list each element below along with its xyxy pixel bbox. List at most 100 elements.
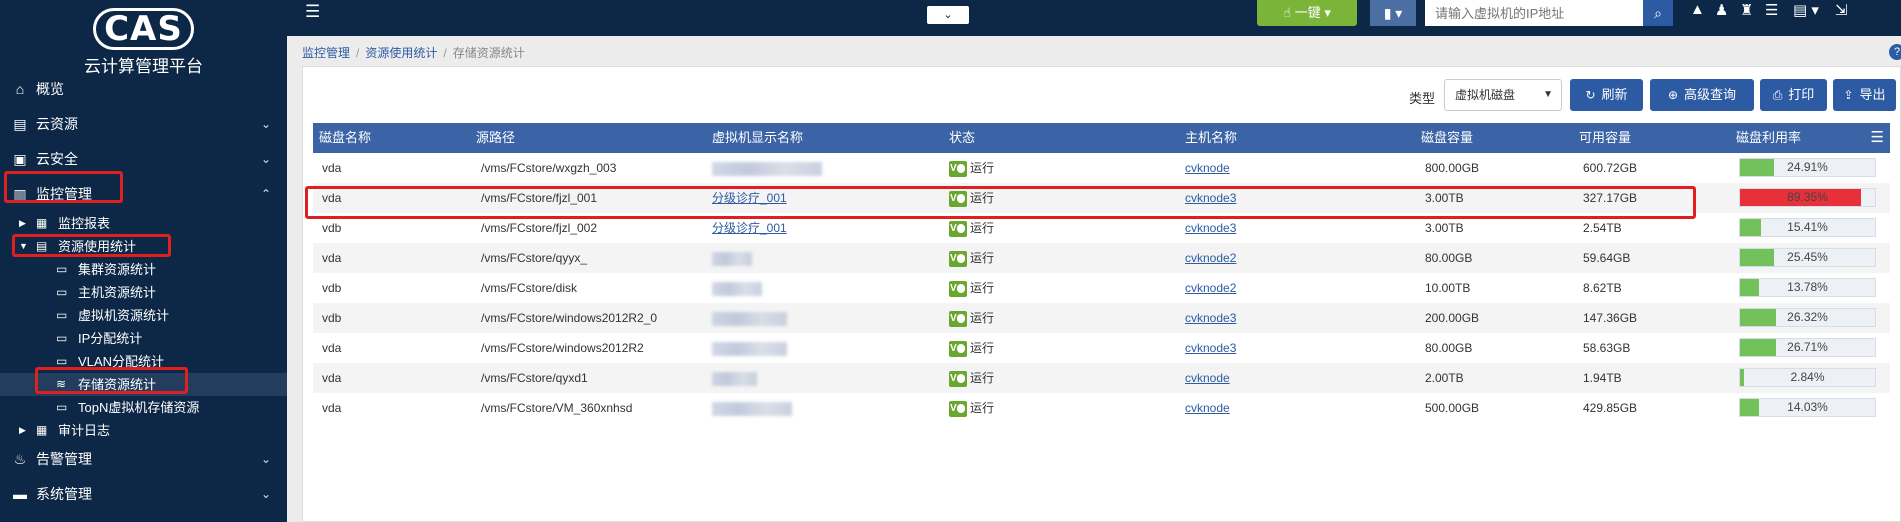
help-icon[interactable]: ? xyxy=(1889,44,1901,60)
cell-status: 运行 xyxy=(949,303,994,334)
host-link[interactable]: cvknode3 xyxy=(1185,311,1236,325)
export-button[interactable]: ⇪ 导出 xyxy=(1833,79,1896,111)
host-icon: ▭ xyxy=(56,285,68,299)
breadcrumb: 监控管理 / 资源使用统计 / 存储资源统计 xyxy=(302,46,525,60)
column-header-host[interactable]: 主机名称 xyxy=(1185,123,1237,153)
sidebar-item-cloud-security[interactable]: ▣ 云安全 ⌄ xyxy=(0,142,287,177)
ip-search-input[interactable] xyxy=(1425,0,1643,26)
print-button[interactable]: ⎙ 打印 xyxy=(1760,79,1827,111)
column-header-path[interactable]: 源路径 xyxy=(476,123,515,153)
usage-bar: 25.45% xyxy=(1739,248,1876,267)
type-select[interactable]: 虚拟机磁盘 ▼ xyxy=(1444,79,1562,111)
sidebar-subitem-audit-log[interactable]: ▶ ▦ 审计日志 xyxy=(0,419,287,442)
table-row[interactable]: vda/vms/FCstore/VM_360xnhsd 运行 cvknode 500.… xyxy=(313,393,1890,424)
host-link[interactable]: cvknode2 xyxy=(1185,281,1236,295)
column-header-capacity[interactable]: 磁盘容量 xyxy=(1421,123,1473,153)
column-header-status[interactable]: 状态 xyxy=(949,123,975,153)
cell-vm-name xyxy=(712,393,792,423)
column-header-usage[interactable]: 磁盘利用率 xyxy=(1736,123,1801,153)
redacted-vm-name xyxy=(712,161,822,176)
table-row[interactable]: vdb/vms/FCstore/windows2012R2_0 运行 cvknode… xyxy=(313,303,1890,334)
refresh-button[interactable]: ↻ 刷新 xyxy=(1570,79,1643,111)
exit-icon[interactable]: ⇲ xyxy=(1835,1,1848,19)
table-row[interactable]: vda/vms/FCstore/qyxd1 运行 cvknode 2.00TB 1.94… xyxy=(313,363,1890,394)
host-link[interactable]: cvknode2 xyxy=(1185,251,1236,265)
calendar-icon[interactable]: ▤ ▾ xyxy=(1793,1,1819,19)
sidebar-item-label: 概览 xyxy=(36,81,64,97)
status-text: 运行 xyxy=(970,341,995,355)
cell-capacity: 2.00TB xyxy=(1425,371,1464,385)
sidebar-item-system[interactable]: ▬ 系统管理 ⌄ xyxy=(0,477,287,512)
sidebar-leaf-vm-stats[interactable]: ▭ 虚拟机资源统计 xyxy=(0,304,287,327)
cell-vm-name xyxy=(712,333,787,363)
table-row[interactable]: vda/vms/FCstore/windows2012R2 运行 cvknode3 8… xyxy=(313,333,1890,364)
sidebar-leaf-storage-stats[interactable]: ≋ 存储资源统计 xyxy=(0,373,287,396)
ip-icon: ▭ xyxy=(56,331,68,345)
status-text: 运行 xyxy=(970,281,995,295)
sidebar-subitem-resource-stats[interactable]: ▼ ▤ 资源使用统计 xyxy=(0,235,287,258)
vm-name-link[interactable]: 分级诊疗_001 xyxy=(712,221,787,235)
cell-status: 运行 xyxy=(949,333,995,364)
table-row[interactable]: vda/vms/FCstore/fjzl_001 分级诊疗_001 运行 cvknod… xyxy=(313,183,1890,214)
cell-available: 59.64GB xyxy=(1583,251,1631,265)
sidebar-leaf-host-stats[interactable]: ▭ 主机资源统计 xyxy=(0,281,287,304)
host-link[interactable]: cvknode3 xyxy=(1185,191,1236,205)
table-row[interactable]: vda/vms/FCstore/wxgzh_003 运行 cvknode 800.00… xyxy=(313,153,1890,184)
usage-percent: 13.78% xyxy=(1787,280,1828,294)
hand-icon: ☝ xyxy=(1283,5,1295,20)
table-body: vda/vms/FCstore/wxgzh_003 运行 cvknode 800.00… xyxy=(313,153,1890,424)
host-link[interactable]: cvknode xyxy=(1185,401,1230,415)
host-link[interactable]: cvknode3 xyxy=(1185,221,1236,235)
report-icon: ▦ xyxy=(36,216,48,230)
sidebar-item-alarm[interactable]: ♨ 告警管理 ⌄ xyxy=(0,442,287,477)
sidebar-leaf-cluster-stats[interactable]: ▭ 集群资源统计 xyxy=(0,258,287,281)
onekey-button[interactable]: ☝ 一键 ▾ xyxy=(1257,0,1357,26)
sidebar-item-overview[interactable]: ⌂ 概览 xyxy=(0,72,287,107)
sidebar-subitem-monitor-report[interactable]: ▶ ▦ 监控报表 xyxy=(0,212,287,235)
sidebar-item-monitor[interactable]: ▥ 监控管理 ⌃ xyxy=(0,177,287,212)
logo[interactable]: CAS 云计算管理平台 xyxy=(0,0,287,76)
sidebar-leaf-topn-storage[interactable]: ▭ TopN虚拟机存储资源 xyxy=(0,396,287,419)
cell-host: cvknode3 xyxy=(1185,333,1236,363)
cell-host: cvknode2 xyxy=(1185,243,1236,273)
status-text: 运行 xyxy=(970,221,995,235)
type-select-value: 虚拟机磁盘 xyxy=(1455,88,1516,102)
user-icon[interactable]: ♟ xyxy=(1715,1,1728,19)
host-link[interactable]: cvknode xyxy=(1185,161,1230,175)
chevron-down-icon[interactable]: ⌄ xyxy=(927,6,969,24)
filter-icon: ⊕ xyxy=(1667,88,1679,102)
breadcrumb-item[interactable]: 资源使用统计 xyxy=(365,46,437,60)
column-header-vm-name[interactable]: 虚拟机显示名称 xyxy=(712,123,803,153)
cell-capacity: 10.00TB xyxy=(1425,281,1471,295)
menu-toggle-icon[interactable]: ☰ xyxy=(305,2,320,22)
vlan-icon: ▭ xyxy=(56,354,68,368)
advanced-query-button[interactable]: ⊕ 高级查询 xyxy=(1650,79,1754,111)
breadcrumb-item[interactable]: 监控管理 xyxy=(302,46,350,60)
type-label: 类型 xyxy=(1409,91,1436,106)
pin-icon[interactable]: ♜ xyxy=(1740,1,1753,19)
vm-name-link[interactable]: 分级诊疗_001 xyxy=(712,191,787,205)
cell-disk: vda xyxy=(322,371,342,385)
table-row[interactable]: vda/vms/FCstore/qyyx_ 运行 cvknode2 80.00GB 59… xyxy=(313,243,1890,274)
list-icon[interactable]: ☰ xyxy=(1765,1,1778,19)
table-row[interactable]: vdb/vms/FCstore/disk 运行 cvknode2 10.00TB 8.6… xyxy=(313,273,1890,304)
cell-capacity: 3.00TB xyxy=(1425,221,1464,235)
table-row[interactable]: vdb/vms/FCstore/fjzl_002 分级诊疗_001 运行 cvknod… xyxy=(313,213,1890,244)
cell-status: 运行 xyxy=(949,363,994,394)
warning-icon[interactable]: ▲ xyxy=(1690,1,1705,18)
sidebar-leaf-vlan-stats[interactable]: ▭ VLAN分配统计 xyxy=(0,350,287,373)
breadcrumb-current: 存储资源统计 xyxy=(452,46,525,60)
sidebar-item-label: 资源使用统计 xyxy=(58,239,137,254)
host-link[interactable]: cvknode3 xyxy=(1185,341,1236,355)
column-header-available[interactable]: 可用容量 xyxy=(1579,123,1631,153)
tools-button[interactable]: ▮ ▾ xyxy=(1370,0,1416,26)
sidebar-item-cloud-resource[interactable]: ▤ 云资源 ⌄ xyxy=(0,107,287,142)
usage-percent: 24.91% xyxy=(1787,160,1828,174)
running-status-icon xyxy=(949,244,967,274)
sidebar-leaf-ip-stats[interactable]: ▭ IP分配统计 xyxy=(0,327,287,350)
host-link[interactable]: cvknode xyxy=(1185,371,1230,385)
search-icon[interactable]: ⌕ xyxy=(1643,0,1673,26)
column-menu-icon[interactable]: ☰ xyxy=(1871,123,1884,153)
usage-percent: 26.32% xyxy=(1787,310,1828,324)
column-header-disk[interactable]: 磁盘名称 xyxy=(319,123,371,153)
